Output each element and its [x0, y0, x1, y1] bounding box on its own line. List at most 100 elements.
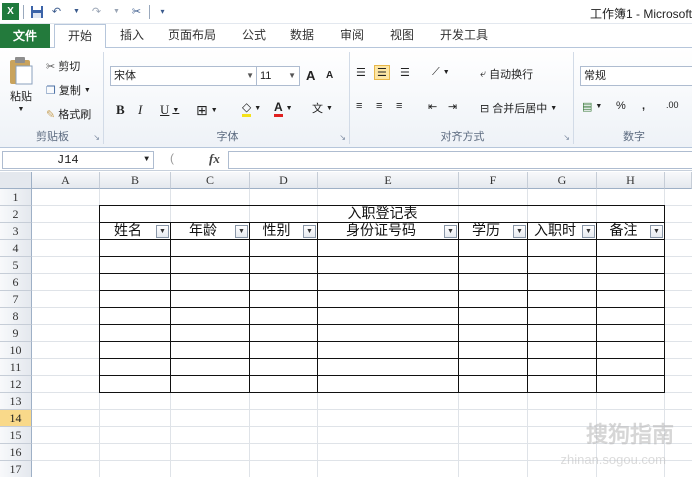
- row-header-3[interactable]: 3: [0, 223, 32, 240]
- tab-data[interactable]: 数据: [286, 24, 318, 48]
- percent-button[interactable]: %: [616, 100, 626, 112]
- chevron-down-icon: ▼: [595, 103, 603, 110]
- dropdown-arrow-icon[interactable]: ▼: [108, 3, 125, 20]
- filter-dropdown-icon[interactable]: ▼: [513, 225, 526, 238]
- customize-qat-icon[interactable]: ▾: [154, 3, 171, 20]
- insert-function-icon[interactable]: fx: [209, 151, 220, 167]
- row-header-15[interactable]: 15: [0, 427, 32, 444]
- formula-input[interactable]: [228, 151, 692, 169]
- cancel-entry-icon[interactable]: (: [170, 151, 174, 165]
- increase-decimal-button[interactable]: .00: [666, 100, 679, 110]
- column-header-f[interactable]: F: [459, 172, 528, 189]
- row-header-5[interactable]: 5: [0, 257, 32, 274]
- italic-button[interactable]: I: [138, 102, 142, 118]
- header-cell[interactable]: 身份证号码: [318, 223, 444, 240]
- format-painter-button[interactable]: ✎ 格式刷: [46, 106, 91, 122]
- comma-button[interactable]: ,: [642, 100, 645, 112]
- align-right-button[interactable]: ≡: [396, 100, 402, 112]
- filter-dropdown-icon[interactable]: ▼: [156, 225, 169, 238]
- dropdown-arrow-icon[interactable]: ▼: [68, 3, 85, 20]
- paste-label: 粘贴: [10, 91, 32, 103]
- header-cell[interactable]: 年龄: [171, 223, 235, 240]
- tab-developer[interactable]: 开发工具: [436, 24, 492, 48]
- row-header-8[interactable]: 8: [0, 308, 32, 325]
- filter-dropdown-icon[interactable]: ▼: [444, 225, 457, 238]
- column-header-d[interactable]: D: [250, 172, 318, 189]
- select-all-corner[interactable]: [0, 172, 32, 189]
- merge-center-button[interactable]: ⊟ 合并后居中 ▼: [480, 100, 557, 116]
- filter-dropdown-icon[interactable]: ▼: [582, 225, 595, 238]
- row-header-13[interactable]: 13: [0, 393, 32, 410]
- increase-indent-button[interactable]: ⇥: [448, 100, 457, 113]
- copy-button[interactable]: ❐ 复制 ▼: [46, 82, 91, 98]
- row-header-7[interactable]: 7: [0, 291, 32, 308]
- tab-home[interactable]: 开始: [54, 24, 106, 49]
- column-header-g[interactable]: G: [528, 172, 597, 189]
- name-box[interactable]: J14 ▼: [2, 151, 154, 169]
- align-center-button[interactable]: ≡: [376, 100, 382, 112]
- dialog-launcher-icon[interactable]: ↘: [563, 133, 570, 142]
- tab-formulas[interactable]: 公式: [238, 24, 270, 48]
- row-header-1[interactable]: 1: [0, 189, 32, 206]
- header-cell[interactable]: 入职时: [528, 223, 582, 240]
- developer-tool-icon[interactable]: ✂: [128, 3, 145, 20]
- filter-dropdown-icon[interactable]: ▼: [235, 225, 248, 238]
- undo-icon[interactable]: ↶: [48, 3, 65, 20]
- bold-button[interactable]: B: [116, 102, 125, 118]
- cut-button[interactable]: ✂ 剪切: [46, 58, 80, 74]
- number-format-select[interactable]: 常规: [580, 66, 692, 86]
- row-header-16[interactable]: 16: [0, 444, 32, 461]
- align-top-button[interactable]: ☰: [356, 66, 366, 79]
- decrease-indent-button[interactable]: ⇤: [428, 100, 437, 113]
- row-header-2[interactable]: 2: [0, 206, 32, 223]
- wrap-text-button[interactable]: ⤶ 自动换行: [480, 66, 533, 82]
- save-icon[interactable]: [28, 3, 45, 20]
- column-header-e[interactable]: E: [318, 172, 459, 189]
- tab-view[interactable]: 视图: [386, 24, 418, 48]
- header-cell[interactable]: 备注: [597, 223, 650, 240]
- tab-file[interactable]: 文件: [0, 24, 50, 48]
- filter-dropdown-icon[interactable]: ▼: [650, 225, 663, 238]
- tab-insert[interactable]: 插入: [116, 24, 148, 48]
- column-header-c[interactable]: C: [171, 172, 250, 189]
- font-name-select[interactable]: 宋体 ▼: [110, 66, 258, 86]
- tab-review[interactable]: 审阅: [336, 24, 368, 48]
- redo-icon[interactable]: ↷: [88, 3, 105, 20]
- row-header-12[interactable]: 12: [0, 376, 32, 393]
- dialog-launcher-icon[interactable]: ↘: [339, 133, 346, 142]
- header-cell[interactable]: 姓名: [100, 223, 156, 240]
- row-header-17[interactable]: 17: [0, 461, 32, 477]
- shrink-font-button[interactable]: A: [326, 70, 333, 81]
- row-header-9[interactable]: 9: [0, 325, 32, 342]
- row-header-10[interactable]: 10: [0, 342, 32, 359]
- table-border-horizontal: [100, 375, 665, 376]
- row-header-4[interactable]: 4: [0, 240, 32, 257]
- percent-icon: %: [616, 100, 626, 112]
- column-header-h[interactable]: H: [597, 172, 665, 189]
- tab-page-layout[interactable]: 页面布局: [164, 24, 220, 48]
- phonetic-button[interactable]: 文 ▼: [312, 100, 333, 116]
- filter-dropdown-icon[interactable]: ▼: [303, 225, 316, 238]
- dialog-launcher-icon[interactable]: ↘: [93, 133, 100, 142]
- fill-color-button[interactable]: ◇ ▼: [242, 100, 261, 117]
- header-cell[interactable]: 学历: [459, 223, 513, 240]
- align-middle-button[interactable]: ☰: [374, 65, 390, 80]
- row-header-14[interactable]: 14: [0, 410, 32, 427]
- currency-button[interactable]: ▤ ▼: [582, 100, 602, 113]
- paste-button[interactable]: 粘贴 ▼: [8, 56, 34, 113]
- table-title[interactable]: 入职登记表: [100, 206, 665, 223]
- row-header-6[interactable]: 6: [0, 274, 32, 291]
- align-left-button[interactable]: ≡: [356, 100, 362, 112]
- row-header-11[interactable]: 11: [0, 359, 32, 376]
- header-cell[interactable]: 性别: [250, 223, 303, 240]
- orientation-button[interactable]: ⟋ ▼: [432, 66, 450, 79]
- grow-font-button[interactable]: A: [306, 68, 315, 83]
- underline-button[interactable]: U ▼: [160, 102, 179, 118]
- column-header-a[interactable]: A: [32, 172, 100, 189]
- font-color-button[interactable]: A ▼: [274, 100, 293, 117]
- column-header-b[interactable]: B: [100, 172, 171, 189]
- align-bottom-button[interactable]: ☰: [400, 66, 410, 79]
- excel-logo-icon[interactable]: X: [2, 3, 19, 20]
- font-size-select[interactable]: 11 ▼: [256, 66, 300, 86]
- borders-button[interactable]: ⊞ ▼: [196, 102, 218, 119]
